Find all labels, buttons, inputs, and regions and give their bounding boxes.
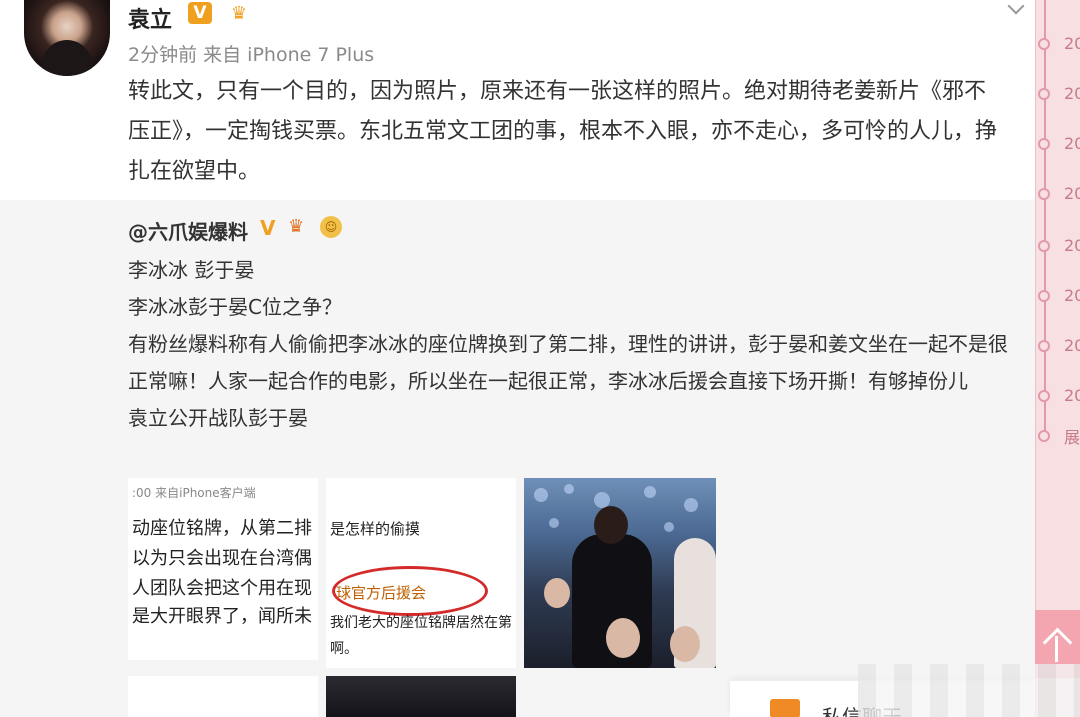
thumb-text: 球官方后援会 [336,584,427,602]
timeline-year[interactable]: 20 [1064,286,1080,305]
thumb-text: 是怎样的偷摸 [330,520,421,538]
mosaic-overlay [858,664,1080,717]
timeline-dot [1038,38,1050,50]
image-thumbnail[interactable] [524,478,716,668]
post-meta: 2分钟前 来自 iPhone 7 Plus [128,44,375,66]
timeline-dot [1038,88,1050,100]
person-face [606,618,640,658]
person-face [544,578,570,608]
chevron-down-icon[interactable] [1008,0,1028,14]
crown-icon: ♛ [230,3,248,24]
thumb-text: :00 来自iPhone客户端 [132,486,256,500]
avatar[interactable] [24,0,110,76]
medal-icon: ☺ [320,216,342,238]
timeline-dot [1038,430,1050,442]
repost-line: 李冰冰彭于晏C位之争？ [128,295,342,319]
verified-v-icon: V [188,2,212,24]
repost-line: 袁立公开战队彭于晏 [128,406,308,430]
thumb-text: 我们老大的座位铭牌居然在第 [330,615,512,631]
thumb-text: 啊。 [330,641,358,657]
image-thumbnail[interactable] [326,676,516,717]
crowd-light [549,518,559,528]
crown-icon: ♛ [288,216,305,237]
repost-line: 李冰冰 彭于晏 [128,258,255,282]
post-author[interactable]: 袁立 [128,2,172,34]
timeline-year[interactable]: 20 [1064,336,1080,355]
timeline-line [1044,0,1046,440]
image-thumbnail[interactable] [128,676,318,717]
thumb-text: 以为只会出现在台湾偶 [132,548,312,569]
repost-text: 李冰冰 彭于晏 李冰冰彭于晏C位之争？ 有粉丝爆料称有人偷偷把李冰冰的座位牌换到… [128,252,1008,437]
crowd-light [644,486,656,498]
image-thumbnail[interactable]: 是怎样的偷摸 球官方后援会 我们老大的座位铭牌居然在第 啊。 [326,478,516,668]
post-text: 转此文，只有一个目的，因为照片，原来还有一张这样的照片。绝对期待老姜新片《邪不压… [128,79,998,184]
timeline-dot [1038,390,1050,402]
weibo-post: 袁立 V ♛ 2分钟前 来自 iPhone 7 Plus 转此文，只有一个目的，… [0,0,1035,200]
chat-icon [770,699,800,717]
verified-v-icon: V [260,216,276,240]
thumb-text: 动座位铭牌，从第二排 [132,518,312,539]
repost-author[interactable]: @六爪娱爆料 [128,216,248,245]
crowd-light [664,522,674,532]
crowd-light [564,484,574,494]
timeline-year[interactable]: 20 [1064,386,1080,405]
timeline-year[interactable]: 20 [1064,134,1080,153]
timeline-dot [1038,138,1050,150]
crowd-light [534,488,548,502]
image-thumbnail[interactable]: :00 来自iPhone客户端 动座位铭牌，从第二排 以为只会出现在台湾偶 人团… [128,478,318,660]
repost-line: 有粉丝爆料称有人偷偷把李冰冰的座位牌换到了第二排，理性的讲讲，彭于晏和姜文坐在一… [128,332,1008,393]
timeline-dot [1038,188,1050,200]
person-face [670,626,700,662]
timeline-year[interactable]: 20 [1064,184,1080,203]
thumb-text: 人团队会把这个用在现 [132,578,312,599]
timeline-dot [1038,340,1050,352]
timeline-year[interactable]: 20 [1064,84,1080,103]
timeline-dot [1038,240,1050,252]
timeline-expand[interactable]: 展 [1064,424,1080,448]
person-head [594,506,628,544]
timeline-dot [1038,290,1050,302]
crowd-light [684,498,698,512]
thumb-text: 是大开眼界了，闻所未 [132,606,312,627]
timeline-year[interactable]: 20 [1064,34,1080,53]
timeline-year[interactable]: 20 [1064,236,1080,255]
